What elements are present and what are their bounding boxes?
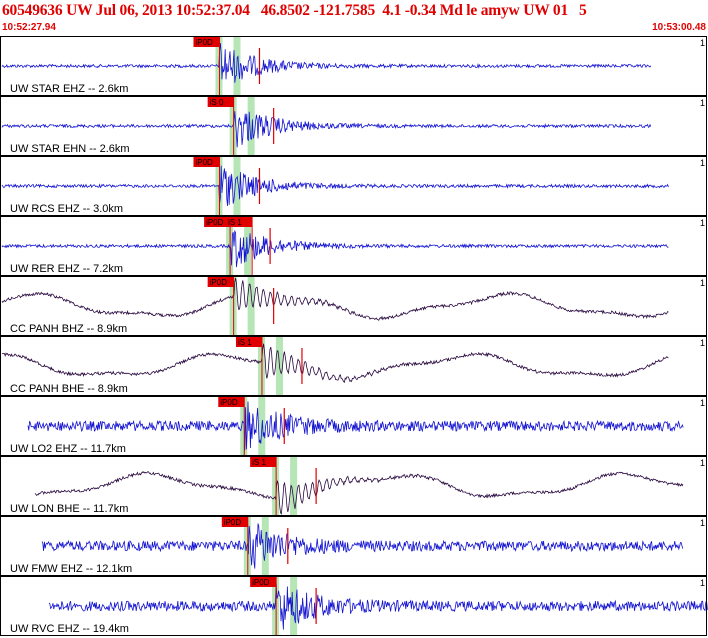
trace-label: UW FMW EHZ -- 12.1km (10, 563, 132, 575)
trace-label: CC PANH BHZ -- 8.9km (10, 323, 127, 335)
trace-panel: iP0D UW LO2 EHZ -- 11.7km 1 (0, 396, 707, 456)
trace-label: UW RVC EHZ -- 19.4km (10, 623, 129, 635)
pick-label: iP0D (206, 218, 224, 227)
scale-label: 1 (700, 398, 705, 408)
pick-label: iP0D (210, 278, 228, 287)
waveform (41, 523, 684, 569)
trace-panel: iP0D UW STAR EHZ -- 2.6km 1 (0, 36, 707, 96)
scale-label: 1 (700, 218, 705, 228)
trace-panel: iS 1 UW LON BHE -- 11.7km 1 (0, 456, 707, 516)
seismogram-plot: iP0D UW STAR EHZ -- 2.6km 1 iS 0 UW STAR EHN… (0, 36, 708, 636)
scale-label: 1 (700, 518, 705, 528)
scale-label: 1 (700, 278, 705, 288)
pick-label: iS 1 (228, 218, 242, 227)
scale-label: 1 (700, 98, 705, 108)
pick-label: iP0D (224, 518, 242, 527)
trace-panel: iP0D UW RCS EHZ -- 3.0km 1 (0, 156, 707, 216)
event-title: 60549636 UW Jul 06, 2013 10:52:37.04 46.… (2, 2, 587, 19)
waveform (34, 471, 684, 515)
trace-panel: iS 1 CC PANH BHE -- 8.9km 1 (0, 336, 707, 396)
waveform (1, 229, 669, 268)
trace-label: UW STAR EHN -- 2.6km (10, 143, 130, 155)
trace-label: UW LO2 EHZ -- 11.7km (10, 443, 126, 455)
scale-label: 1 (700, 158, 705, 168)
scale-label: 1 (700, 338, 705, 348)
waveform (1, 277, 669, 321)
waveform (48, 583, 708, 630)
pick-label: iS 1 (238, 338, 252, 347)
waveform (1, 111, 652, 148)
waveform (1, 165, 669, 207)
pick-label: iP0D (220, 398, 238, 407)
pick-label: iS 1 (252, 458, 266, 467)
trace-label: UW RCS EHZ -- 3.0km (10, 203, 123, 215)
scale-label: 1 (700, 578, 705, 588)
trace-panel: iP0D UW FMW EHZ -- 12.1km 1 (0, 516, 707, 576)
trace-label: UW STAR EHZ -- 2.6km (10, 83, 128, 95)
pick-label: iS 0 (210, 98, 224, 107)
s-window (233, 156, 241, 216)
header: 60549636 UW Jul 06, 2013 10:52:37.04 46.… (0, 0, 708, 36)
scale-label: 1 (700, 38, 705, 48)
trace-label: UW LON BHE -- 11.7km (10, 503, 128, 515)
trace-label: UW RER EHZ -- 7.2km (10, 263, 123, 275)
waveform (1, 43, 652, 83)
trace-panels: iP0D UW STAR EHZ -- 2.6km 1 iS 0 UW STAR EHN… (0, 36, 708, 636)
trace-label: CC PANH BHE -- 8.9km (10, 383, 128, 395)
trace-panel: iS 0 UW STAR EHN -- 2.6km 1 (0, 96, 707, 156)
trace-panel: iP0D iS 1 UW RER EHZ -- 7.2km 1 (0, 216, 707, 276)
pick-label: iP0D (195, 38, 213, 47)
trace-panel: iP0D CC PANH BHZ -- 8.9km 1 (0, 276, 707, 336)
scale-label: 1 (700, 458, 705, 468)
pick-label: iP0D (195, 158, 213, 167)
trace-panel: iP0D UW RVC EHZ -- 19.4km 1 (0, 576, 708, 636)
time-end: 10:53:00.48 (652, 22, 706, 33)
waveform (27, 401, 684, 451)
time-start: 10:52:27.94 (2, 22, 56, 33)
pick-label: iP0D (252, 578, 270, 587)
waveform (1, 343, 669, 384)
